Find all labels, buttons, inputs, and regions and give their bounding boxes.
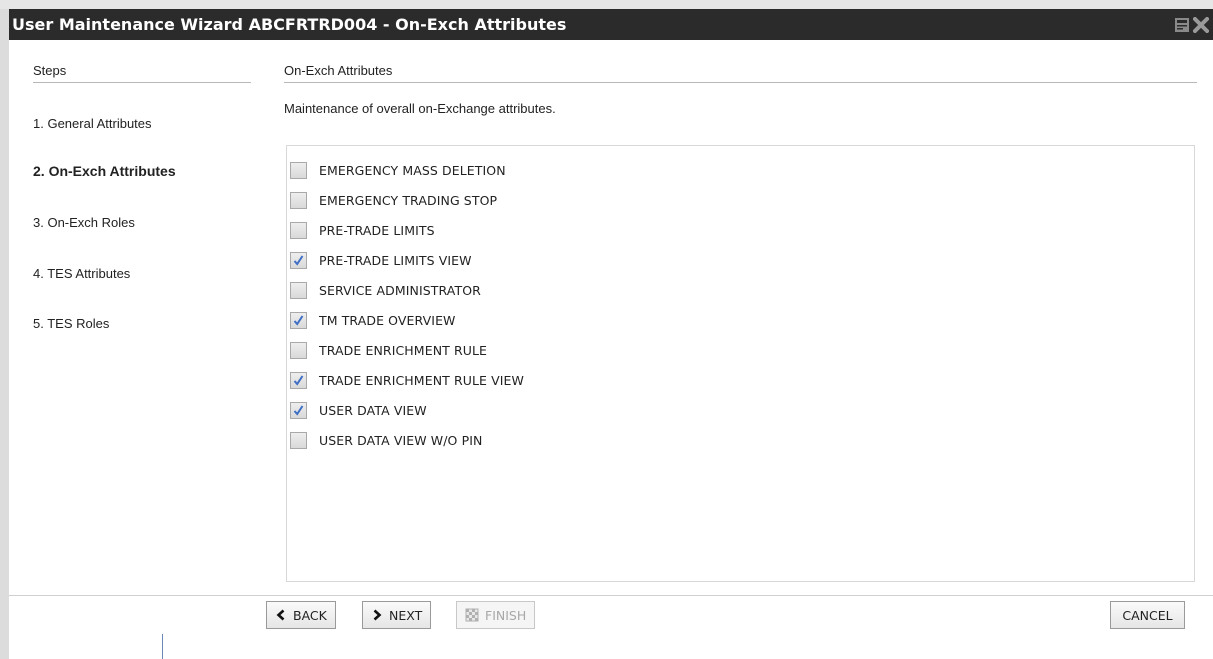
step-on-exch-roles[interactable]: 3. On-Exch Roles xyxy=(33,215,135,230)
attribute-label: TRADE ENRICHMENT RULE xyxy=(319,342,488,358)
restore-icon[interactable] xyxy=(1174,17,1190,33)
back-button-label: BACK xyxy=(293,607,327,623)
attribute-label: TRADE ENRICHMENT RULE VIEW xyxy=(319,372,525,388)
finish-flag-icon xyxy=(465,608,479,622)
chevron-right-icon xyxy=(371,609,383,621)
attribute-checkbox[interactable] xyxy=(290,221,307,239)
step-tes-attributes[interactable]: 4. TES Attributes xyxy=(33,266,130,281)
attribute-label: TM TRADE OVERVIEW xyxy=(319,312,456,328)
wizard-dialog: Steps 1. General Attributes 2. On-Exch A… xyxy=(9,40,1213,659)
attribute-row[interactable]: PRE-TRADE LIMITS VIEW xyxy=(290,249,472,271)
bottom-divider-mark xyxy=(162,634,163,659)
attribute-row[interactable]: TRADE ENRICHMENT RULE xyxy=(290,339,487,361)
footer-divider xyxy=(9,595,1213,596)
attribute-checkbox[interactable] xyxy=(290,341,307,359)
attribute-checkbox[interactable] xyxy=(290,371,307,389)
step-tes-roles[interactable]: 5. TES Roles xyxy=(33,316,109,331)
window-left-edge xyxy=(0,9,9,659)
attribute-checkbox[interactable] xyxy=(290,431,307,449)
close-icon[interactable] xyxy=(1193,16,1209,33)
attribute-checkbox[interactable] xyxy=(290,311,307,329)
finish-button-label: FINISH xyxy=(485,607,527,623)
attribute-row[interactable]: SERVICE ADMINISTRATOR xyxy=(290,279,481,301)
chevron-left-icon xyxy=(275,609,287,621)
steps-header: Steps xyxy=(33,63,67,78)
back-button[interactable]: BACK xyxy=(266,601,336,629)
title-bar[interactable]: User Maintenance Wizard ABCFRTRD004 - On… xyxy=(9,9,1213,40)
section-description: Maintenance of overall on-Exchange attri… xyxy=(284,101,556,116)
attribute-row[interactable]: TM TRADE OVERVIEW xyxy=(290,309,456,331)
attribute-label: USER DATA VIEW xyxy=(319,402,427,418)
attribute-label: PRE-TRADE LIMITS VIEW xyxy=(319,252,472,268)
section-divider xyxy=(284,82,1197,83)
step-general-attributes[interactable]: 1. General Attributes xyxy=(33,116,152,131)
step-on-exch-attributes[interactable]: 2. On-Exch Attributes xyxy=(33,163,176,179)
attribute-label: PRE-TRADE LIMITS xyxy=(319,222,435,238)
next-button-label: NEXT xyxy=(389,607,423,623)
next-button[interactable]: NEXT xyxy=(362,601,432,629)
finish-button[interactable]: FINISH xyxy=(456,601,536,629)
attribute-checkbox[interactable] xyxy=(290,161,307,179)
attribute-row[interactable]: EMERGENCY MASS DELETION xyxy=(290,159,506,181)
attribute-label: USER DATA VIEW W/O PIN xyxy=(319,432,483,448)
attributes-list: EMERGENCY MASS DELETION EMERGENCY TRADIN… xyxy=(286,145,1195,582)
attribute-row[interactable]: EMERGENCY TRADING STOP xyxy=(290,189,497,211)
window-title: User Maintenance Wizard ABCFRTRD004 - On… xyxy=(12,15,567,34)
attribute-checkbox[interactable] xyxy=(290,281,307,299)
section-header: On-Exch Attributes xyxy=(284,63,393,78)
window-top-strip xyxy=(0,0,1213,9)
attribute-checkbox[interactable] xyxy=(290,191,307,209)
attribute-checkbox[interactable] xyxy=(290,401,307,419)
attribute-row[interactable]: USER DATA VIEW W/O PIN xyxy=(290,429,482,451)
cancel-button[interactable]: CANCEL xyxy=(1110,601,1185,629)
attribute-row[interactable]: PRE-TRADE LIMITS xyxy=(290,219,435,241)
attribute-label: SERVICE ADMINISTRATOR xyxy=(319,282,481,298)
attribute-row[interactable]: TRADE ENRICHMENT RULE VIEW xyxy=(290,369,524,391)
attribute-label: EMERGENCY MASS DELETION xyxy=(319,162,506,178)
cancel-button-label: CANCEL xyxy=(1122,607,1173,623)
attribute-checkbox[interactable] xyxy=(290,251,307,269)
steps-divider xyxy=(33,82,251,83)
attribute-label: EMERGENCY TRADING STOP xyxy=(319,192,498,208)
attribute-row[interactable]: USER DATA VIEW xyxy=(290,399,427,421)
